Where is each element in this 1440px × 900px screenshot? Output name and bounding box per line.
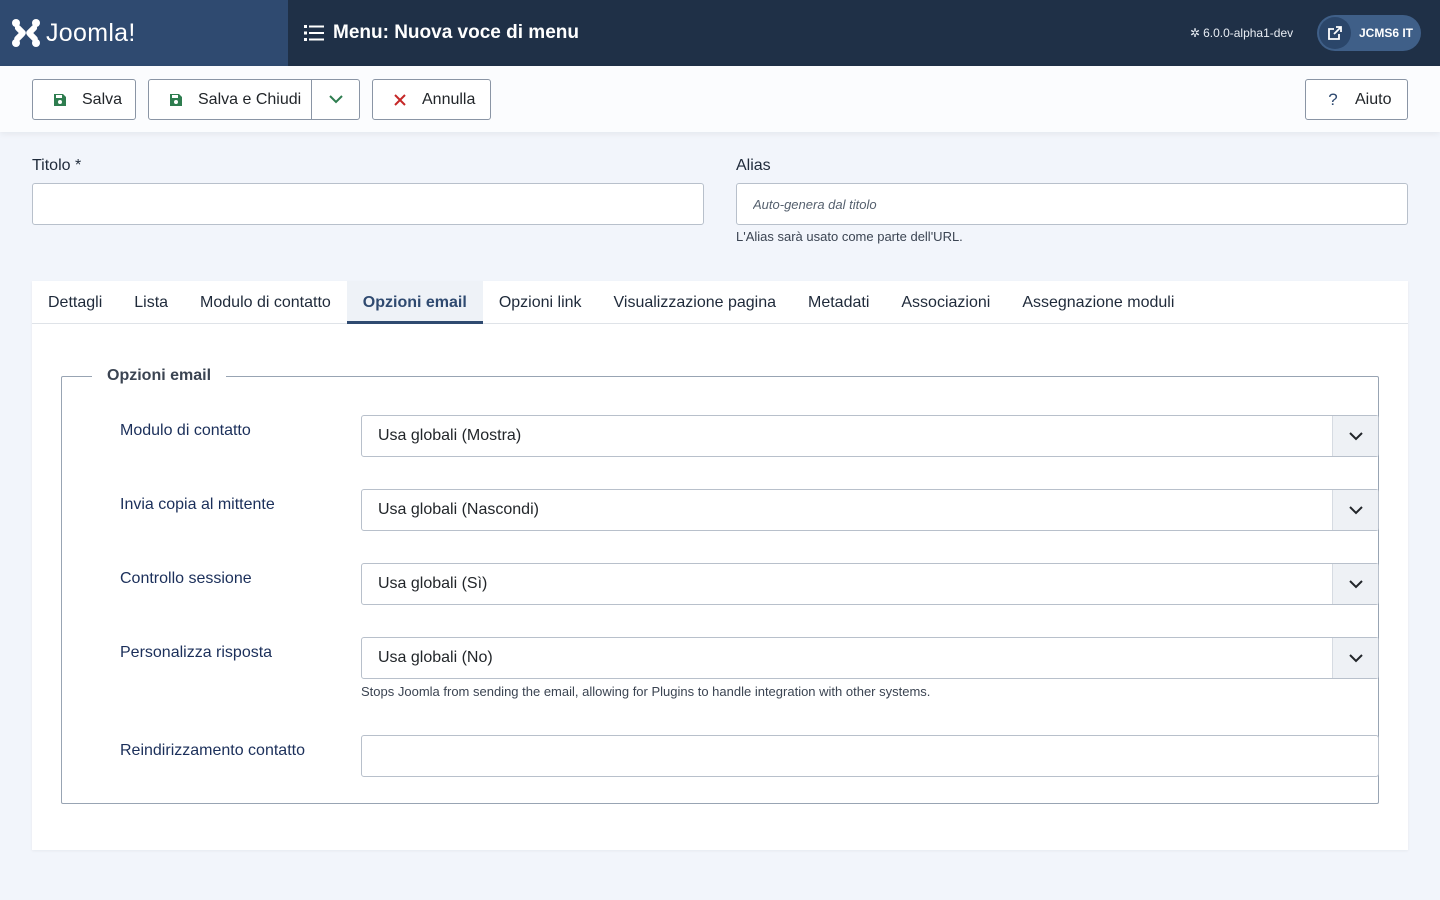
brand-name: Joomla! — [46, 18, 136, 47]
joomla-logo-icon — [12, 19, 40, 47]
select-value: Usa globali (Mostra) — [378, 427, 522, 444]
tab-associazioni[interactable]: Associazioni — [885, 281, 1006, 324]
contact-form-label: Modulo di contatto — [120, 422, 251, 439]
contact-form-select[interactable]: Usa globali (Mostra) — [361, 415, 1379, 457]
contact-redirect-input[interactable] — [361, 735, 1379, 777]
select-value: Usa globali (No) — [378, 649, 493, 666]
select-value: Usa globali (Nascondi) — [378, 501, 539, 518]
title-input[interactable] — [32, 183, 704, 225]
alias-label: Alias — [736, 157, 771, 174]
tab-assegnazione-moduli[interactable]: Assegnazione moduli — [1006, 281, 1190, 324]
floppy-disk-icon — [167, 93, 185, 107]
chevron-down-icon — [1332, 416, 1378, 456]
admin-header: Joomla! Menu: Nuova voce di menu ✲ 6.0.0… — [0, 0, 1440, 66]
help-label: Aiuto — [1355, 90, 1392, 108]
page-title-text: Menu: Nuova voce di menu — [333, 22, 579, 43]
x-icon — [391, 93, 409, 106]
alias-input[interactable] — [736, 183, 1408, 225]
send-copy-label: Invia copia al mittente — [120, 496, 275, 513]
title-label: Titolo * — [32, 157, 82, 174]
logo[interactable]: Joomla! — [0, 0, 288, 66]
version-text: 6.0.0-alpha1-dev — [1203, 26, 1294, 40]
chevron-down-icon — [328, 95, 343, 104]
send-copy-select[interactable]: Usa globali (Nascondi) — [361, 489, 1379, 531]
session-check-label: Controllo sessione — [120, 570, 252, 587]
page-title: Menu: Nuova voce di menu — [304, 0, 579, 66]
email-options-fieldset: Opzioni email Modulo di contatto Usa glo… — [61, 367, 1379, 804]
chevron-down-icon — [1332, 638, 1378, 678]
tab-lista[interactable]: Lista — [118, 281, 184, 324]
custom-reply-help: Stops Joomla from sending the email, all… — [361, 684, 931, 699]
fieldset-legend: Opzioni email — [107, 367, 212, 384]
tab-metadati[interactable]: Metadati — [792, 281, 885, 324]
chevron-down-icon — [1332, 490, 1378, 530]
save-button[interactable]: Salva — [32, 79, 136, 120]
tab-visualizzazione-pagina[interactable]: Visualizzazione pagina — [598, 281, 792, 324]
save-close-label: Salva e Chiudi — [198, 90, 302, 108]
tab-dettagli[interactable]: Dettagli — [32, 281, 118, 324]
help-button[interactable]: ? Aiuto — [1305, 79, 1408, 120]
save-label: Salva — [82, 90, 123, 108]
contact-redirect-label: Reindirizzamento contatto — [120, 742, 305, 759]
tab-opzioni-link[interactable]: Opzioni link — [483, 281, 598, 324]
question-icon: ? — [1328, 89, 1338, 109]
tab-bar: Dettagli Lista Modulo di contatto Opzion… — [32, 281, 1408, 324]
session-check-select[interactable]: Usa globali (Sì) — [361, 563, 1379, 605]
view-site-button[interactable]: JCMS6 IT — [1317, 15, 1421, 51]
floppy-disk-icon — [51, 93, 69, 107]
save-dropdown-toggle[interactable] — [311, 80, 359, 119]
custom-reply-select[interactable]: Usa globali (No) — [361, 637, 1379, 679]
custom-reply-label: Personalizza risposta — [120, 644, 273, 661]
tab-modulo-di-contatto[interactable]: Modulo di contatto — [184, 281, 347, 324]
joomla-small-icon: ✲ — [1190, 26, 1201, 40]
external-link-icon — [1319, 17, 1351, 49]
tab-opzioni-email[interactable]: Opzioni email — [346, 281, 483, 324]
select-value: Usa globali (Sì) — [378, 575, 488, 592]
list-icon — [304, 25, 324, 41]
site-label: JCMS6 IT — [1359, 26, 1414, 40]
chevron-down-icon — [1332, 564, 1378, 604]
cancel-button[interactable]: Annulla — [372, 79, 491, 120]
save-close-button[interactable]: Salva e Chiudi — [148, 79, 360, 120]
tabs-card: Dettagli Lista Modulo di contatto Opzion… — [32, 281, 1408, 850]
alias-help-text: L'Alias sarà usato come parte dell'URL. — [736, 229, 963, 244]
version-info: ✲ 6.0.0-alpha1-dev — [1190, 0, 1293, 66]
toolbar: Salva Salva e Chiudi Annulla ? Aiuto — [0, 66, 1440, 132]
cancel-label: Annulla — [422, 90, 476, 108]
